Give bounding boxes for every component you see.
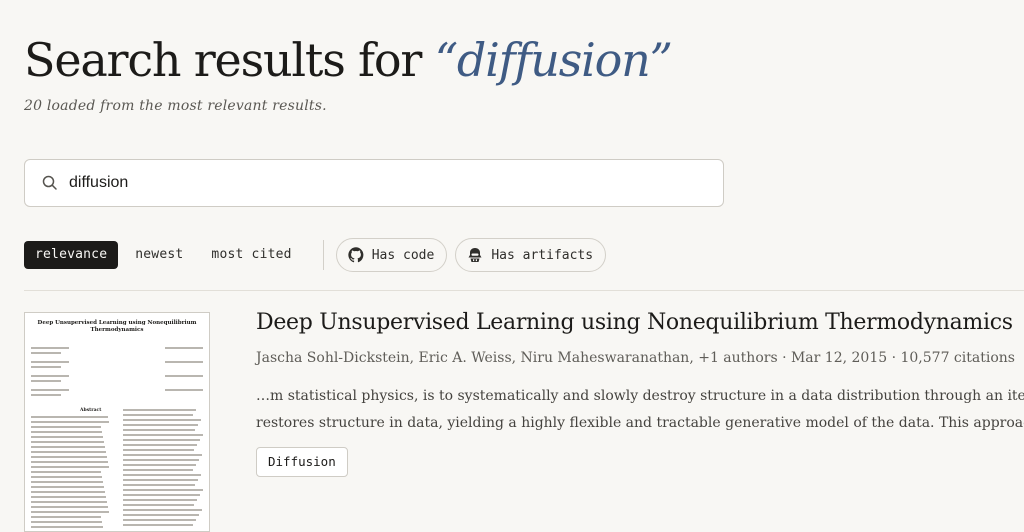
result-title[interactable]: Deep Unsupervised Learning using Nonequi… <box>256 310 1013 335</box>
thumbnail-line <box>123 449 194 451</box>
thumbnail-title: Deep Unsupervised Learning using Nonequi… <box>37 320 197 333</box>
title-query: “diffusion” <box>434 33 674 87</box>
page-title: Search results for “diffusion” <box>24 30 674 90</box>
thumbnail-line <box>123 504 194 506</box>
results-divider <box>24 290 1024 291</box>
thumbnail-line <box>31 466 109 468</box>
thumbnail-line <box>31 471 101 473</box>
thumbnail-line <box>31 347 69 349</box>
thumbnail-line <box>31 526 103 528</box>
thumbnail-line <box>165 361 203 363</box>
thumbnail-line <box>123 429 195 431</box>
filter-bar: relevance newest most cited Has code Has… <box>24 238 607 272</box>
result-meta: Jascha Sohl-Dickstein, Eric A. Weiss, Ni… <box>256 350 1015 366</box>
thumbnail-line <box>31 416 108 418</box>
sort-relevance[interactable]: relevance <box>24 241 119 269</box>
thumbnail-abstract-heading: Abstract <box>80 408 102 413</box>
thumbnail-line <box>123 454 202 456</box>
thumbnail-line <box>31 361 69 363</box>
github-icon <box>348 247 364 263</box>
thumbnail-line <box>31 491 105 493</box>
thumbnail-line <box>31 375 69 377</box>
thumbnail-line <box>123 489 203 491</box>
thumbnail-line <box>31 501 107 503</box>
thumbnail-line <box>123 414 193 416</box>
thumbnail-line <box>31 421 109 423</box>
topic-tag[interactable]: Diffusion <box>256 447 348 477</box>
thumbnail-line <box>31 389 69 391</box>
thumbnail-line <box>165 375 203 377</box>
thumbnail-line <box>123 444 197 446</box>
thumbnail-line <box>31 436 103 438</box>
thumbnail-line <box>31 506 108 508</box>
sort-newest[interactable]: newest <box>124 241 194 269</box>
thumbnail-line <box>31 380 61 382</box>
thumbnail-line <box>31 486 104 488</box>
filter-divider <box>322 240 324 270</box>
thumbnail-line <box>123 424 198 426</box>
thumbnail-line <box>123 499 197 501</box>
thumbnail-line <box>31 481 103 483</box>
search-box[interactable] <box>24 159 724 207</box>
thumbnail-line <box>31 496 106 498</box>
thumbnail-line <box>31 521 102 523</box>
thumbnail-line <box>123 519 196 521</box>
paper-thumbnail[interactable]: Deep Unsupervised Learning using Nonequi… <box>24 312 210 532</box>
thumbnail-line <box>31 431 102 433</box>
thumbnail-line <box>123 524 193 526</box>
thumbnail-line <box>31 476 102 478</box>
search-icon <box>41 174 59 192</box>
thumbnail-line <box>123 434 203 436</box>
thumbnail-line <box>31 426 101 428</box>
filter-has-artifacts[interactable]: Has artifacts <box>455 238 607 272</box>
thumbnail-line <box>123 419 201 421</box>
title-prefix: Search results for <box>24 33 435 87</box>
thumbnail-line <box>123 459 199 461</box>
filter-has-code[interactable]: Has code <box>335 238 448 272</box>
thumbnail-line <box>123 464 196 466</box>
thumbnail-line <box>31 511 109 513</box>
thumbnail-line <box>123 484 195 486</box>
filter-has-artifacts-label: Has artifacts <box>491 247 594 263</box>
thumbnail-line <box>123 494 200 496</box>
thumbnail-line <box>31 366 61 368</box>
thumbnail-line <box>31 441 104 443</box>
thumbnail-line <box>123 439 200 441</box>
results-count-subtitle: 20 loaded from the most relevant results… <box>24 98 327 114</box>
artifact-icon <box>467 247 483 263</box>
thumbnail-line <box>31 461 108 463</box>
thumbnail-line <box>31 352 61 354</box>
sort-most-cited[interactable]: most cited <box>200 241 302 269</box>
thumbnail-line <box>31 451 106 453</box>
filter-has-code-label: Has code <box>371 247 435 263</box>
thumbnail-line <box>31 394 61 396</box>
thumbnail-line <box>31 446 105 448</box>
thumbnail-line <box>31 516 101 518</box>
thumbnail-line <box>123 409 196 411</box>
thumbnail-line <box>165 389 203 391</box>
thumbnail-line <box>123 479 198 481</box>
result-snippet: …m statistical physics, is to systematic… <box>256 383 1024 437</box>
thumbnail-line <box>31 456 107 458</box>
search-input[interactable] <box>67 173 671 193</box>
thumbnail-line <box>123 474 201 476</box>
snippet-line: restores structure in data, yielding a h… <box>256 415 1024 431</box>
thumbnail-line <box>123 509 202 511</box>
thumbnail-line <box>165 347 203 349</box>
thumbnail-line <box>123 514 199 516</box>
snippet-line: …m statistical physics, is to systematic… <box>256 388 1024 404</box>
thumbnail-line <box>123 469 193 471</box>
